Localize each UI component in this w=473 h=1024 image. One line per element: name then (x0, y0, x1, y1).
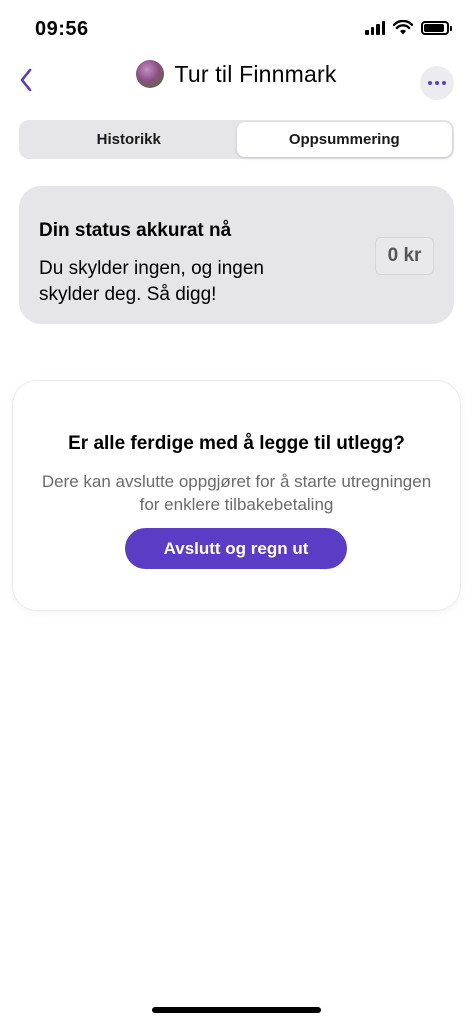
status-icons (365, 20, 452, 35)
nav-title-group: Tur til Finnmark (0, 60, 473, 88)
wifi-icon (393, 20, 413, 35)
group-avatar (136, 60, 165, 88)
status-heading: Din status akkurat nå (39, 220, 232, 241)
ellipsis-icon (428, 81, 432, 85)
nav-bar: Tur til Finnmark (0, 56, 473, 100)
status-text: Du skylder ingen, og ingen skylder deg. … (39, 258, 264, 305)
cellular-signal-icon (365, 20, 385, 35)
status-bar: 09:56 (0, 0, 473, 56)
finish-subtitle: Dere kan avslutte oppgjøret for å starte… (41, 472, 432, 514)
amount-badge: 0 kr (375, 237, 434, 275)
tab-oppsummering[interactable]: Oppsummering (236, 122, 452, 157)
finish-and-calculate-button[interactable]: Avslutt og regn ut (125, 528, 347, 569)
home-indicator (152, 1007, 321, 1013)
tab-historikk[interactable]: Historikk (21, 122, 237, 157)
segmented-control: Historikk Oppsummering (19, 120, 454, 159)
battery-icon (421, 20, 452, 35)
status-time: 09:56 (35, 18, 89, 40)
status-card: Din status akkurat nå Du skylder ingen, … (19, 186, 454, 324)
finish-heading: Er alle ferdige med å legge til utlegg? (68, 433, 405, 454)
page-title: Tur til Finnmark (174, 60, 337, 87)
finish-card: Er alle ferdige med å legge til utlegg? … (13, 381, 460, 610)
more-options-button[interactable] (420, 66, 454, 100)
screen: 09:56 Tur til Finnmark Historikk Oppsumm… (0, 0, 473, 1024)
